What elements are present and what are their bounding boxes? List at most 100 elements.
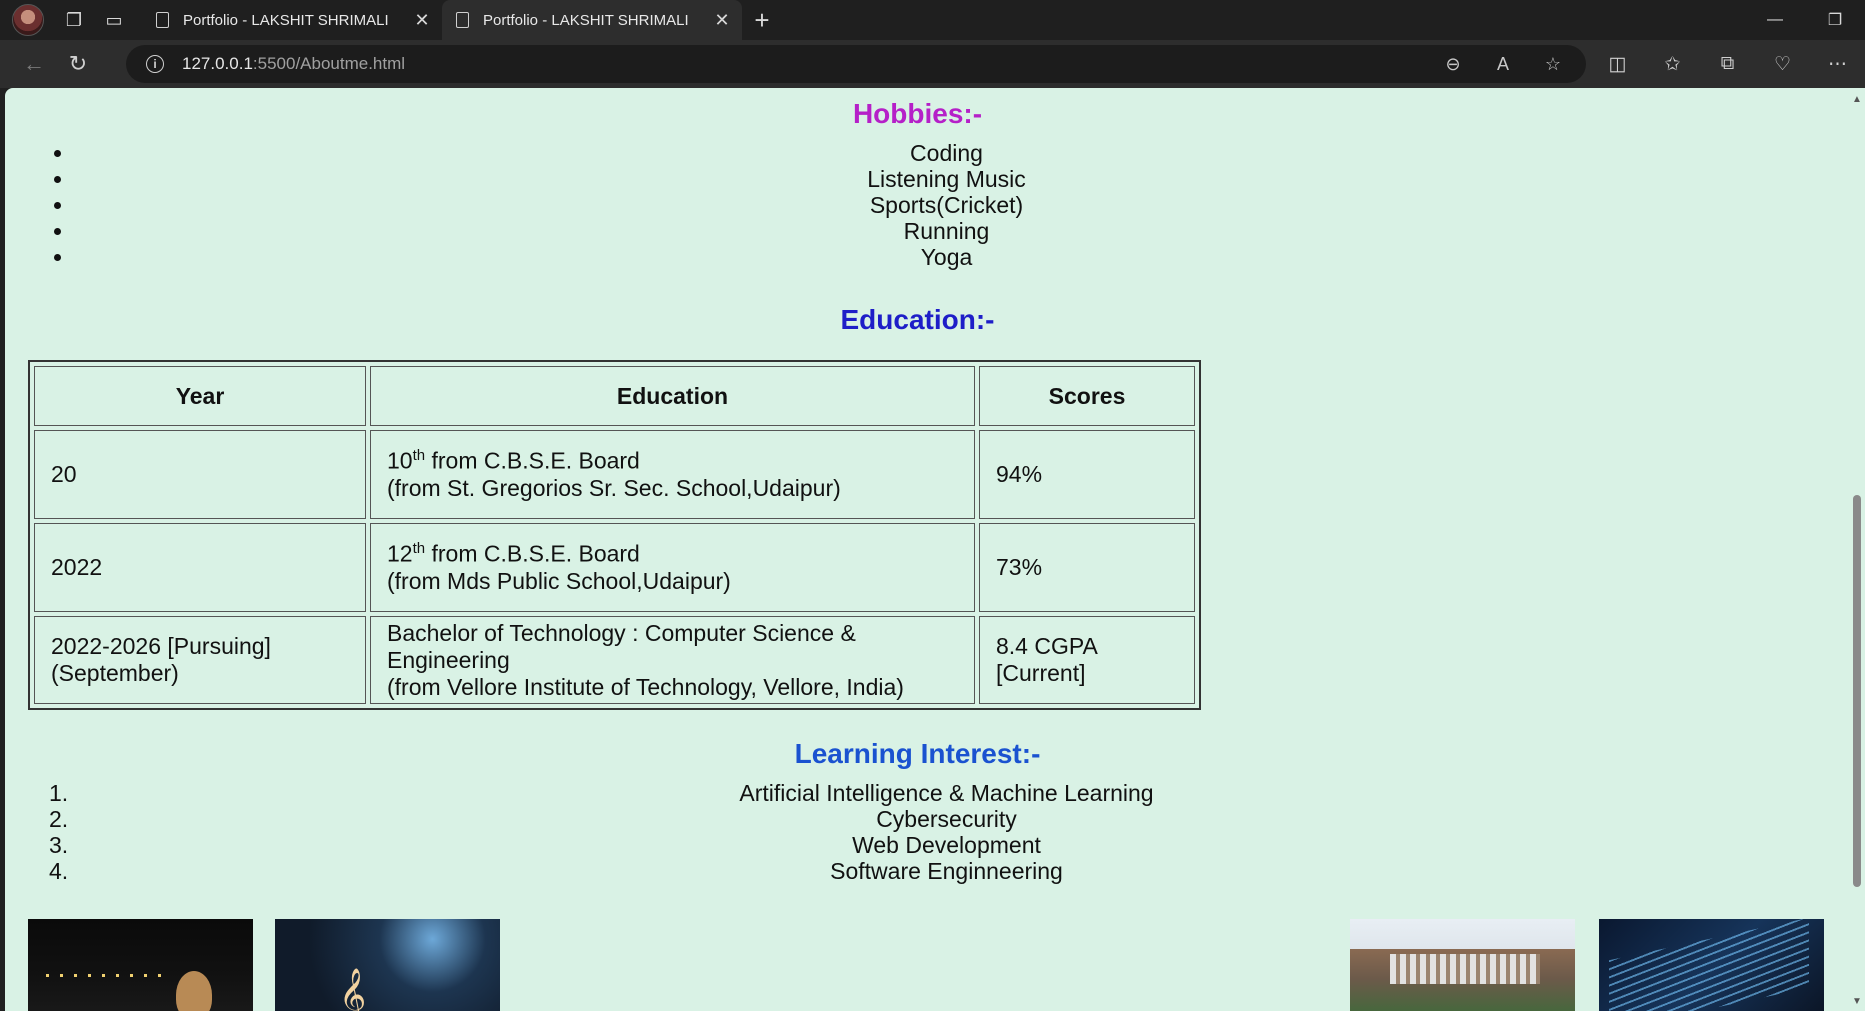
degree-text: Bachelor of Technology : Computer Scienc… xyxy=(387,619,856,673)
code-lines xyxy=(1609,919,1809,1011)
collections-icon[interactable]: ⧉ xyxy=(1700,53,1755,75)
refresh-icon[interactable]: ↻ xyxy=(56,44,100,84)
institute-text: (from Vellore Institute of Technology, V… xyxy=(387,673,904,700)
list-item: 4. Software Enginneering xyxy=(5,858,1848,884)
url-host: 127.0.0.1 xyxy=(182,54,253,73)
education-table: Year Education Scores 20 10th from C.B.S… xyxy=(28,360,1201,710)
class-number: 10 xyxy=(387,447,413,474)
list-item: Yoga xyxy=(5,244,1848,270)
music-photo: 𝄞 xyxy=(275,919,500,1011)
tab-actions-icon[interactable]: ▭ xyxy=(94,0,134,40)
column-header-education: Education xyxy=(370,366,975,426)
url-path: :5500/Aboutme.html xyxy=(252,54,406,73)
address-toolbar: ← ↻ i 127.0.0.1:5500/Aboutme.html ⊖ A ☆ … xyxy=(0,40,1865,88)
browser-tab-bar: ❐ ▭ Portfolio - LAKSHIT SHRIMALI ✕ Portf… xyxy=(0,0,1865,40)
hobbies-heading: Hobbies:- xyxy=(852,98,983,129)
info-icon[interactable]: i xyxy=(146,55,164,73)
list-item: Running xyxy=(5,218,1848,244)
list-item: 3. Web Development xyxy=(5,832,1848,858)
page-icon xyxy=(156,12,169,28)
ordinal-suffix: th xyxy=(412,540,426,558)
cricket-stadium-photo xyxy=(1350,919,1575,1011)
education-cell: Bachelor of Technology : Computer Scienc… xyxy=(370,616,975,704)
window-controls: — ❐ xyxy=(1745,0,1865,40)
new-tab-icon[interactable]: + xyxy=(742,5,782,36)
code-screen-photo xyxy=(1599,919,1824,1011)
scrollbar-thumb[interactable] xyxy=(1853,495,1861,887)
hobby-text: Yoga xyxy=(920,244,973,270)
list-number: 3. xyxy=(49,832,69,858)
favorites-icon[interactable]: ✩ xyxy=(1645,53,1700,76)
list-item: 1. Artificial Intelligence & Machine Lear… xyxy=(5,780,1848,806)
board-text: from C.B.S.E. Board xyxy=(425,447,640,474)
interest-text: Web Development xyxy=(852,832,1041,858)
tab-portfolio-2[interactable]: Portfolio - LAKSHIT SHRIMALI ✕ xyxy=(442,0,742,40)
score-cell: 94% xyxy=(979,430,1195,519)
education-cell: 10th from C.B.S.E. Board (from St. Gregor… xyxy=(370,430,975,519)
education-cell: 12th from C.B.S.E. Board (from Mds Public… xyxy=(370,523,975,612)
bullet xyxy=(54,150,61,157)
minimize-icon[interactable]: — xyxy=(1745,0,1805,40)
interest-text: Artificial Intelligence & Machine Learni… xyxy=(739,780,1154,806)
zoom-out-icon[interactable]: ⊖ xyxy=(1428,54,1478,75)
treble-clef-icon: 𝄞 xyxy=(339,968,367,1011)
education-heading: Education:- xyxy=(840,304,995,335)
page-icon xyxy=(456,12,469,28)
restore-icon[interactable]: ❐ xyxy=(1805,0,1865,40)
hobby-text: Running xyxy=(903,218,990,244)
interest-text: Software Enginneering xyxy=(830,858,1063,884)
hobbies-list: Coding Listening Music Sports(Cricket) R… xyxy=(5,140,1848,270)
year-cell: 20 xyxy=(34,430,366,519)
page-viewport: Hobbies:- Coding Listening Music Sports(… xyxy=(5,88,1848,1011)
scroll-down-icon[interactable]: ▼ xyxy=(1852,996,1862,1007)
url-text[interactable]: 127.0.0.1:5500/Aboutme.html xyxy=(182,54,405,74)
list-item: Coding xyxy=(5,140,1848,166)
tab-title: Portfolio - LAKSHIT SHRIMALI xyxy=(183,11,389,29)
column-header-year: Year xyxy=(34,366,366,426)
list-item: Listening Music xyxy=(5,166,1848,192)
person-face xyxy=(176,971,212,1011)
board-text: from C.B.S.E. Board xyxy=(425,540,640,567)
bullet xyxy=(54,254,61,261)
table-row: 20 10th from C.B.S.E. Board (from St. Gre… xyxy=(34,430,1195,519)
list-number: 1. xyxy=(49,780,69,806)
coding-photo xyxy=(28,919,253,1011)
hobby-text: Coding xyxy=(910,140,983,166)
list-number: 2. xyxy=(49,806,69,832)
year-cell: 2022 xyxy=(34,523,366,612)
close-tab-icon[interactable]: ✕ xyxy=(712,10,732,31)
stadium-stand xyxy=(1390,954,1540,984)
tab-title: Portfolio - LAKSHIT SHRIMALI xyxy=(483,11,689,29)
school-text: (from St. Gregorios Sr. Sec. School,Udai… xyxy=(387,474,841,501)
favorite-star-icon[interactable]: ☆ xyxy=(1528,54,1578,75)
more-menu-icon[interactable]: ⋯ xyxy=(1810,53,1865,76)
list-item: Sports(Cricket) xyxy=(5,192,1848,218)
list-number: 4. xyxy=(49,858,69,884)
address-bar-actions: ⊖ A ☆ xyxy=(1428,45,1578,83)
scroll-up-icon[interactable]: ▲ xyxy=(1852,94,1862,105)
learning-interest-heading: Learning Interest:- xyxy=(794,738,1041,769)
table-header-row: Year Education Scores xyxy=(34,366,1195,426)
browser-essentials-icon[interactable]: ♡ xyxy=(1755,53,1810,76)
split-screen-icon[interactable]: ◫ xyxy=(1590,53,1645,76)
bullet xyxy=(54,176,61,183)
read-aloud-icon[interactable]: A xyxy=(1478,54,1528,75)
profile-avatar[interactable] xyxy=(12,4,44,36)
ordinal-suffix: th xyxy=(412,447,426,465)
tab-portfolio-1[interactable]: Portfolio - LAKSHIT SHRIMALI ✕ xyxy=(142,0,442,40)
interest-text: Cybersecurity xyxy=(876,806,1017,832)
school-text: (from Mds Public School,Udaipur) xyxy=(387,567,731,594)
class-number: 12 xyxy=(387,540,413,567)
year-cell: 2022-2026 [Pursuing](September) xyxy=(34,616,366,704)
close-tab-icon[interactable]: ✕ xyxy=(412,10,432,31)
bullet xyxy=(54,228,61,235)
score-cell: 8.4 CGPA [Current] xyxy=(979,616,1195,704)
workspaces-icon[interactable]: ❐ xyxy=(54,0,94,40)
back-icon[interactable]: ← xyxy=(12,44,56,84)
list-item: 2. Cybersecurity xyxy=(5,806,1848,832)
city-lights xyxy=(46,974,166,977)
page-scrollbar[interactable]: ▲ ▼ xyxy=(1848,88,1865,1011)
address-bar[interactable]: i 127.0.0.1:5500/Aboutme.html ⊖ A ☆ xyxy=(126,45,1586,83)
learning-interest-list: 1. Artificial Intelligence & Machine Lear… xyxy=(5,780,1848,884)
table-row: 2022-2026 [Pursuing](September) Bachelor… xyxy=(34,616,1195,704)
